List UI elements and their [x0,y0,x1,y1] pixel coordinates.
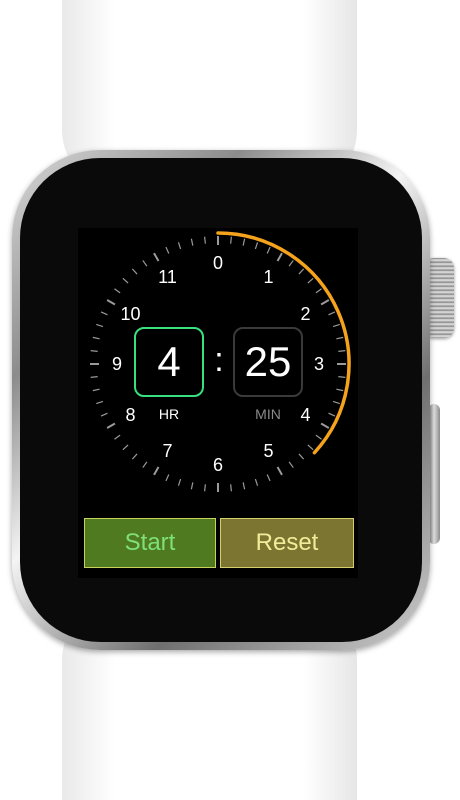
dial-tick [276,252,283,262]
dial-tick [338,350,346,352]
dial-tick [328,412,336,417]
dial-tick [190,482,194,490]
dial-tick [254,242,259,250]
dial-number-0: 0 [212,253,223,273]
dial-tick [153,466,160,476]
dial-tick [315,288,322,294]
dial-tick [242,238,246,246]
dial-tick [90,376,98,378]
start-button[interactable]: Start [84,518,216,568]
dial-number-6: 6 [212,455,223,475]
dial-tick [288,260,294,267]
dial-number-2: 2 [300,303,311,324]
dial-tick [204,484,206,492]
minutes-unit-label: MIN [255,406,281,422]
dial-tick [230,236,232,244]
dial-tick [96,323,104,328]
time-separator: : [214,341,224,379]
dial-number-7: 7 [162,441,173,462]
dial-tick [336,388,344,392]
dial-tick [190,238,194,246]
dial-number-10: 10 [120,303,141,324]
dial-tick [315,434,322,440]
dial-number-9: 9 [111,354,122,374]
hours-unit-label: HR [158,406,180,422]
dial-tick [131,453,138,460]
dial-tick [114,288,121,294]
dial-tick [242,482,246,490]
dial-tick [288,461,294,468]
dial-tick [298,453,305,460]
dial-tick [122,444,129,451]
dial-tick [336,336,344,340]
dial-tick [90,350,98,352]
dial-tick [332,400,340,405]
dial-tick [320,299,330,306]
dial-tick [114,434,121,440]
dial-tick [298,268,305,275]
dial-tick [165,246,170,254]
dial-tick [204,236,206,244]
dial-tick [328,311,336,316]
dial-number-5: 5 [263,441,274,462]
dial-tick [122,277,129,284]
dial-number-3: 3 [313,354,324,374]
dial-tick [100,412,108,417]
dial-tick [92,388,100,392]
hours-field[interactable]: 4 [134,327,204,397]
dial-tick [106,422,116,429]
dial-tick [153,252,160,262]
dial-tick [254,478,259,486]
dial-tick [338,376,346,378]
dial-tick [106,299,116,306]
dial-tick [307,277,314,284]
dial-tick [266,474,271,482]
dial-tick [142,260,148,267]
dial-tick [165,474,170,482]
dial-tick [92,336,100,340]
dial-tick [177,478,182,486]
dial-number-1: 1 [263,266,274,287]
dial-tick [142,461,148,468]
dial-tick [100,311,108,316]
dial-tick [131,268,138,275]
dial-tick [266,246,271,254]
watch-product-shot: 0 1 2 3 4 5 6 7 8 9 10 11 4 : 25 HR MIN Start Reset [0,0,460,800]
dial-tick [320,422,330,429]
dial-tick [96,400,104,405]
dial-tick [276,466,283,476]
dial-tick [230,484,232,492]
dial-number-11: 11 [158,266,177,287]
dial-tick [307,444,314,451]
dial-tick [177,242,182,250]
timer-screen: 0 1 2 3 4 5 6 7 8 9 10 11 4 : 25 HR MIN Start Reset [78,228,358,578]
dial-tick [332,323,340,328]
minutes-field[interactable]: 25 [233,327,303,397]
reset-button[interactable]: Reset [220,518,354,568]
